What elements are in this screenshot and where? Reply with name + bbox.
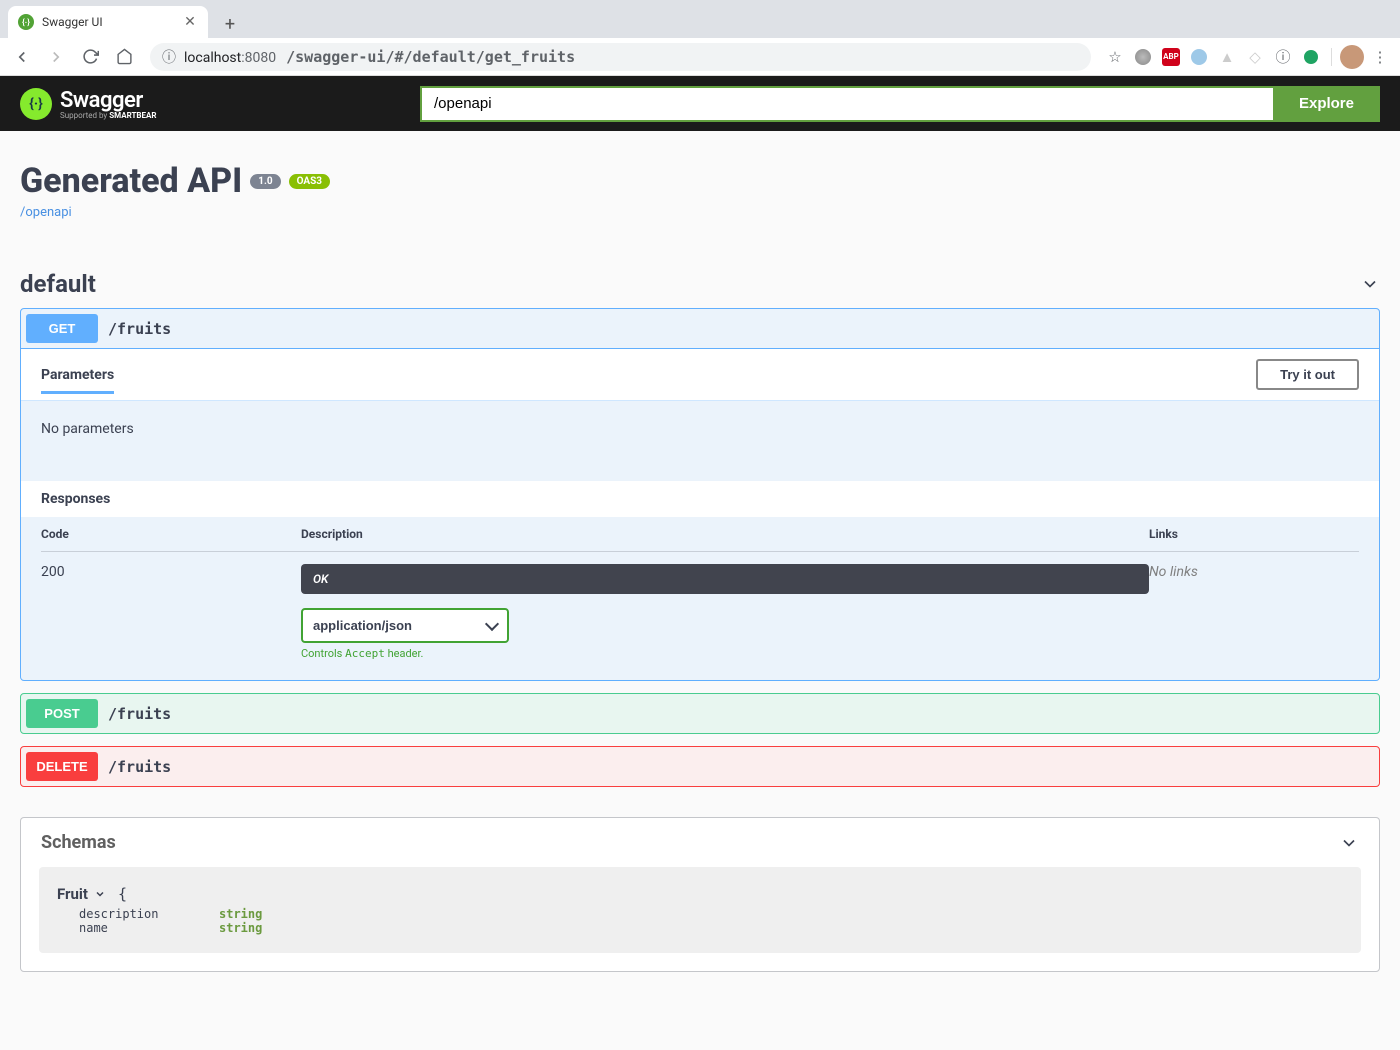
column-code: Code <box>41 527 301 541</box>
responses-header: Responses <box>21 481 1379 517</box>
api-title-row: Generated API 1.0 OAS3 <box>20 161 1380 201</box>
address-bar[interactable]: ⓘ localhost:8080/swagger-ui/#/default/ge… <box>150 43 1091 71</box>
schema-model-name: Fruit <box>57 885 88 903</box>
schema-property-row: namestring <box>79 921 1343 935</box>
responses-header-row: Code Description Links <box>41 517 1359 552</box>
operation-summary[interactable]: POST /fruits <box>21 694 1379 733</box>
property-type: string <box>219 921 262 935</box>
operation-post-fruits: POST /fruits <box>20 693 1380 734</box>
responses-heading: Responses <box>41 491 110 507</box>
brace-open: { <box>118 885 127 903</box>
chevron-down-icon <box>1339 833 1359 853</box>
oas-badge: OAS3 <box>289 174 330 189</box>
tab-title: Swagger UI <box>42 15 174 29</box>
schema-body: Fruit { descriptionstringnamestring <box>39 867 1361 953</box>
new-tab-button[interactable]: + <box>216 10 244 38</box>
browser-tab[interactable]: Swagger UI ✕ <box>8 6 208 38</box>
swagger-favicon-icon <box>18 14 34 30</box>
response-row: 200 OK application/json Controls Accept … <box>41 552 1359 660</box>
operation-delete-fruits: DELETE /fruits <box>20 746 1380 787</box>
extension-icon[interactable]: ▲ <box>1215 45 1239 69</box>
property-type: string <box>219 907 262 921</box>
chrome-menu-icon[interactable]: ⋮ <box>1368 45 1392 69</box>
main-content: Generated API 1.0 OAS3 /openapi default … <box>0 131 1400 992</box>
tag-section-header[interactable]: default <box>20 260 1380 308</box>
swagger-topbar: {·} Swagger Supported by SMARTBEAR Explo… <box>0 76 1400 131</box>
chevron-down-icon <box>1360 274 1380 294</box>
response-description-text: OK <box>301 564 1149 594</box>
property-name: description <box>79 907 219 921</box>
response-links: No links <box>1149 564 1359 660</box>
operation-path: /fruits <box>108 705 171 723</box>
schemas-header[interactable]: Schemas <box>21 818 1379 867</box>
browser-tab-strip: Swagger UI ✕ + <box>0 0 1400 38</box>
forward-button[interactable] <box>42 43 70 71</box>
chevron-down-icon <box>94 888 106 900</box>
schema-model-toggle[interactable]: Fruit { <box>57 885 1343 903</box>
swagger-brand-text: Swagger <box>60 88 143 113</box>
http-method-badge: POST <box>26 699 98 728</box>
swagger-brand-subtitle: Supported by SMARTBEAR <box>60 111 157 120</box>
reload-button[interactable] <box>76 43 104 71</box>
operation-summary[interactable]: DELETE /fruits <box>21 747 1379 786</box>
parameters-tab[interactable]: Parameters <box>41 367 114 394</box>
column-links: Links <box>1149 527 1359 541</box>
response-description: OK application/json Controls Accept head… <box>301 564 1149 660</box>
parameters-header: Parameters Try it out <box>21 349 1379 401</box>
tag-name: default <box>20 270 96 298</box>
bookmark-star-icon[interactable]: ☆ <box>1103 45 1127 69</box>
explore-button[interactable]: Explore <box>1273 86 1380 122</box>
swagger-logo[interactable]: {·} Swagger Supported by SMARTBEAR <box>20 88 157 120</box>
schemas-section: Schemas Fruit { descriptionstringnamestr… <box>20 817 1380 972</box>
browser-toolbar: ⓘ localhost:8080/swagger-ui/#/default/ge… <box>0 38 1400 76</box>
operation-get-fruits: GET /fruits Parameters Try it out No par… <box>20 308 1380 681</box>
close-tab-icon[interactable]: ✕ <box>182 14 198 30</box>
extension-icon[interactable]: ◇ <box>1243 45 1267 69</box>
column-description: Description <box>301 527 1149 541</box>
extension-icon[interactable]: ⓘ <box>1271 45 1295 69</box>
property-name: name <box>79 921 219 935</box>
back-button[interactable] <box>8 43 36 71</box>
swagger-logo-icon: {·} <box>20 88 52 120</box>
response-code: 200 <box>41 564 301 660</box>
responses-table: Code Description Links 200 OK applicatio… <box>21 517 1379 680</box>
home-button[interactable] <box>110 43 138 71</box>
operation-summary[interactable]: GET /fruits <box>21 309 1379 348</box>
schemas-heading: Schemas <box>41 832 116 853</box>
site-info-icon[interactable]: ⓘ <box>162 47 176 67</box>
operation-path: /fruits <box>108 758 171 776</box>
operation-body: Parameters Try it out No parameters Resp… <box>21 348 1379 680</box>
http-method-badge: GET <box>26 314 98 343</box>
openapi-spec-link[interactable]: /openapi <box>20 205 72 220</box>
operation-path: /fruits <box>108 320 171 338</box>
api-title: Generated API <box>20 161 242 201</box>
extension-icon[interactable] <box>1131 45 1155 69</box>
try-it-out-button[interactable]: Try it out <box>1256 359 1359 390</box>
profile-avatar[interactable] <box>1340 45 1364 69</box>
api-version-badge: 1.0 <box>250 174 280 189</box>
url-text: localhost:8080/swagger-ui/#/default/get_… <box>184 48 575 66</box>
separator <box>1331 48 1332 66</box>
no-parameters-text: No parameters <box>21 401 1379 481</box>
adblock-extension-icon[interactable]: ABP <box>1159 45 1183 69</box>
http-method-badge: DELETE <box>26 752 98 781</box>
extension-icon[interactable] <box>1299 45 1323 69</box>
content-type-hint: Controls Accept header. <box>301 647 1149 660</box>
schema-property-row: descriptionstring <box>79 907 1343 921</box>
content-type-select[interactable]: application/json <box>301 608 509 643</box>
openapi-url-input[interactable] <box>420 86 1273 122</box>
extension-icon[interactable] <box>1187 45 1211 69</box>
schema-properties: descriptionstringnamestring <box>79 907 1343 935</box>
